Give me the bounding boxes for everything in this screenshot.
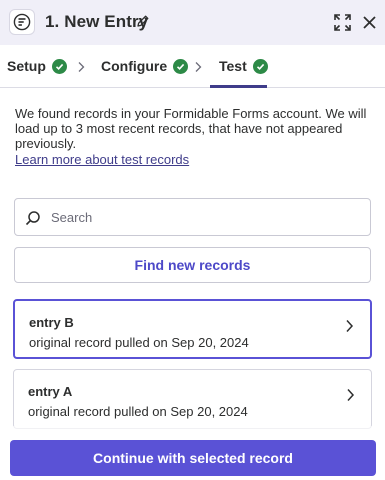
record-item-entry-a[interactable]: entry A original record pulled on Sep 20…: [13, 369, 372, 429]
close-icon[interactable]: [362, 15, 377, 30]
chevron-right-icon: [195, 62, 202, 72]
step-title: 1. New Entry: [45, 12, 149, 31]
tab-setup-label: Setup: [7, 58, 46, 74]
search-input[interactable]: [51, 199, 361, 235]
chevron-right-icon: [347, 388, 355, 402]
check-circle-icon: [252, 58, 268, 74]
panel-header: 1. New Entry: [0, 0, 385, 45]
edit-pencil-icon[interactable]: [136, 14, 150, 28]
learn-more-link[interactable]: Learn more about test records: [15, 152, 189, 167]
chevron-right-icon: [346, 319, 354, 333]
record-detail: original record pulled on Sep 20, 2024: [28, 404, 248, 419]
tab-test[interactable]: Test: [219, 58, 268, 74]
check-circle-icon: [51, 58, 67, 74]
expand-icon[interactable]: [334, 14, 351, 31]
step-tabs: Setup Configure Test: [0, 45, 385, 88]
tab-configure[interactable]: Configure: [101, 58, 189, 74]
record-name: entry A: [28, 384, 73, 399]
search-icon: [25, 211, 40, 226]
formidable-forms-logo-icon: [9, 9, 35, 35]
tab-setup[interactable]: Setup: [7, 58, 67, 74]
find-new-records-button[interactable]: Find new records: [14, 247, 371, 283]
records-info-text: We found records in your Formidable Form…: [15, 106, 367, 151]
chevron-right-icon: [78, 62, 85, 72]
record-item-entry-b[interactable]: entry B original record pulled on Sep 20…: [13, 299, 372, 359]
search-box[interactable]: [14, 198, 371, 236]
record-detail: original record pulled on Sep 20, 2024: [29, 335, 249, 350]
tab-test-label: Test: [219, 58, 247, 74]
record-name: entry B: [29, 315, 74, 330]
continue-with-selected-record-button[interactable]: Continue with selected record: [10, 440, 376, 476]
tab-configure-label: Configure: [101, 58, 168, 74]
check-circle-icon: [173, 58, 189, 74]
active-tab-indicator: [210, 85, 267, 88]
test-step-panel: 1. New Entry Setup Configure Test We fou…: [0, 0, 385, 480]
